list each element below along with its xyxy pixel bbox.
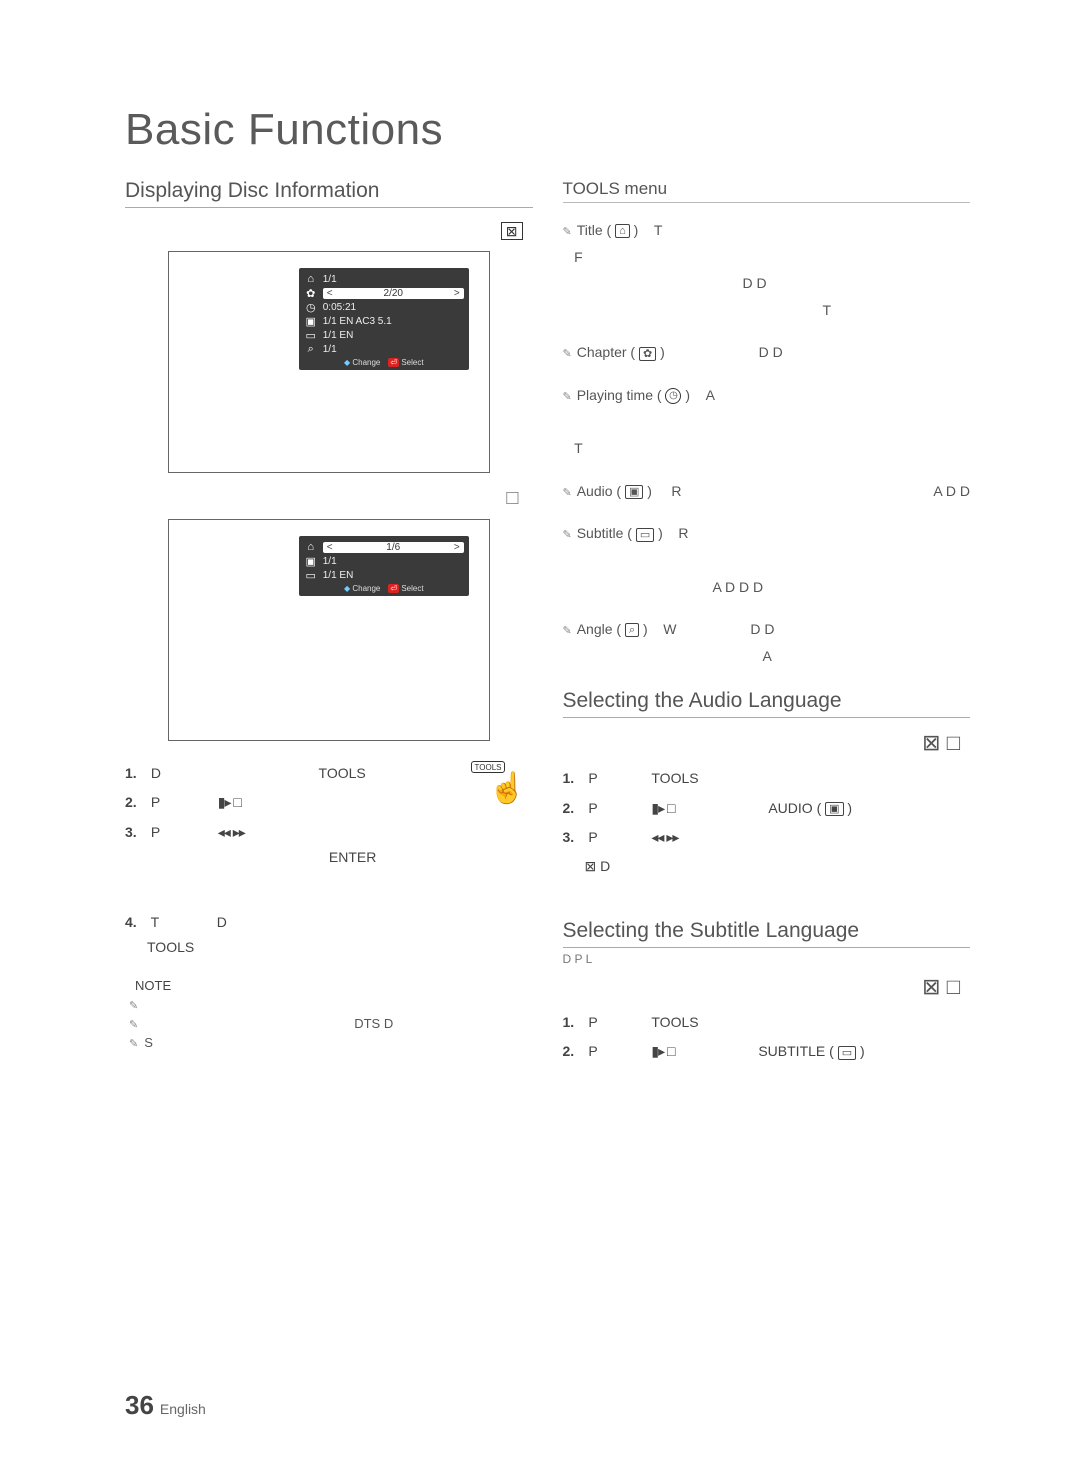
osd-panel-1: ⌂1/1 ✿ <2/20> ◷0:05:21 ▣1/1 EN AC3 5.1 ▭… [299,268,469,370]
title-icon: ⌂ [304,273,318,285]
angle-icon: ⌕ [625,623,639,637]
section-subtitle-language: Selecting the Subtitle Language [563,919,971,948]
time-icon: ◷ [665,388,681,404]
disc-type-icon: ⊠ [501,222,523,240]
time-icon: ◷ [304,301,318,313]
audio-icon: ▣ [304,315,318,327]
audio-icon: ▣ [304,555,318,567]
subtitle-icon: ▭ [636,528,654,542]
disc-type-icon-2: □ [502,487,522,509]
tv-mock-1: ⌂1/1 ✿ <2/20> ◷0:05:21 ▣1/1 EN AC3 5.1 ▭… [168,251,490,473]
press-tools-illustration: TOOLS ☝ [471,761,541,821]
disc-icons: ⊠ □ [922,730,960,755]
subtitle-icon: ▭ [304,569,318,581]
title-icon: ⌂ [304,541,318,553]
subtitle-icon: ▭ [838,1046,856,1060]
osd-title-selector: <1/6> [323,542,464,553]
title-icon: ⌂ [615,224,630,238]
audio-steps: 1. P TOOLS 2. P ▮▸ □ AUDIO ( ▣ ) 3. P ◂◂… [563,766,971,879]
subtitle-icon: ▭ [304,329,318,341]
audio-icon: ▣ [825,802,843,816]
disc-icons: ⊠ □ [922,974,960,999]
page-footer: 36English [125,1390,206,1421]
tools-menu-heading: TOOLS menu [563,179,971,203]
angle-icon: ⌕ [304,343,318,355]
subtitle-subrow: D P L [563,952,971,966]
hand-icon: ☝ [489,771,526,806]
tools-items: Title ( ⌂ ) T F D D T Chapter ( ✿ ) D D … [563,217,971,669]
chapter-icon: ✿ [639,347,656,361]
chapter-icon: ✿ [304,287,318,299]
osd-chapter-selector: <2/20> [323,288,464,299]
tv-mock-2: ⌂ <1/6> ▣1/1 ▭1/1 EN ◆ Change ⏎ Select [168,519,490,741]
note-heading: NOTE [135,978,533,993]
page-title: Basic Functions [125,105,970,155]
osd-panel-2: ⌂ <1/6> ▣1/1 ▭1/1 EN ◆ Change ⏎ Select [299,536,469,596]
section-audio-language: Selecting the Audio Language [563,689,971,718]
audio-icon: ▣ [625,485,643,499]
subtitle-steps: 1. P TOOLS 2. P ▮▸ □ SUBTITLE ( ▭ ) [563,1010,971,1064]
section-displaying-disc-info: Displaying Disc Information [125,179,533,208]
note-list: DTS D S [129,997,533,1050]
